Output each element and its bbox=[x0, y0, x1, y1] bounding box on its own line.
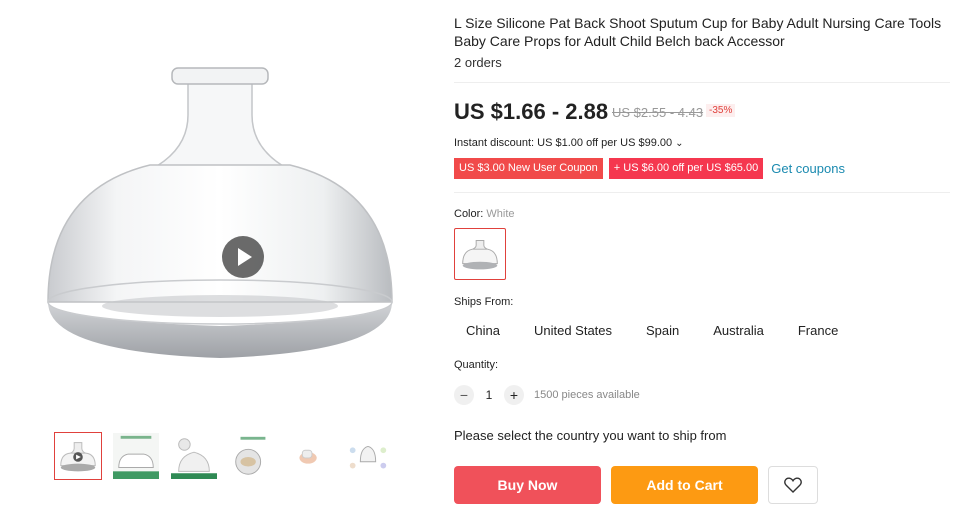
get-coupons-link[interactable]: Get coupons bbox=[771, 161, 845, 176]
country-option-united-states[interactable]: United States bbox=[522, 320, 624, 341]
divider bbox=[454, 82, 950, 83]
quantity-label: Quantity: bbox=[454, 359, 499, 371]
cup-swatch-icon bbox=[462, 240, 498, 270]
country-option-china[interactable]: China bbox=[454, 320, 512, 341]
quantity-value[interactable]: 1 bbox=[474, 388, 504, 402]
wishlist-button[interactable] bbox=[768, 466, 818, 504]
thumbnail-4[interactable] bbox=[228, 432, 276, 480]
thumbnail-video[interactable] bbox=[54, 432, 102, 480]
buy-now-button[interactable]: Buy Now bbox=[454, 466, 601, 504]
discount-badge: -35% bbox=[706, 104, 736, 117]
quantity-decrease-button[interactable]: − bbox=[454, 385, 474, 405]
pieces-available: 1500 pieces available bbox=[534, 389, 640, 401]
sizes-thumb-icon bbox=[345, 433, 391, 479]
product-cup-illustration bbox=[47, 67, 393, 358]
current-price: US $1.66 - 2.88 bbox=[454, 99, 609, 124]
country-option-spain[interactable]: Spain bbox=[634, 320, 691, 341]
heart-icon bbox=[784, 477, 802, 493]
orders-count: 2 orders bbox=[454, 55, 502, 70]
add-to-cart-button[interactable]: Add to Cart bbox=[611, 466, 758, 504]
hand-thumb-icon bbox=[287, 433, 333, 479]
thumbnail-strip bbox=[54, 432, 392, 480]
color-swatch-white[interactable] bbox=[454, 228, 506, 280]
thumbnail-5[interactable] bbox=[286, 432, 334, 480]
product-title: L Size Silicone Pat Back Shoot Sputum Cu… bbox=[454, 15, 942, 49]
product-info-thumb-icon bbox=[113, 433, 159, 479]
divider bbox=[454, 192, 950, 193]
ship-country-notice: Please select the country you want to sh… bbox=[454, 428, 727, 443]
quantity-stepper: − 1 + 1500 pieces available bbox=[454, 385, 640, 405]
ships-from-options: China United States Spain Australia Fran… bbox=[454, 320, 860, 341]
thumbnail-2[interactable] bbox=[112, 432, 160, 480]
ships-from-label: Ships From: bbox=[454, 296, 514, 308]
coupon-row: US $3.00 New User Coupon + US $6.00 off … bbox=[454, 158, 845, 179]
color-label: Color: White bbox=[454, 208, 515, 220]
country-option-australia[interactable]: Australia bbox=[701, 320, 776, 341]
detail-thumb-icon bbox=[229, 433, 275, 479]
original-price: US $2.55 - 4.43 bbox=[612, 105, 704, 120]
color-label-text: Color: bbox=[454, 208, 484, 220]
country-option-france[interactable]: France bbox=[786, 320, 850, 341]
store-coupon[interactable]: + US $6.00 off per US $65.00 bbox=[608, 158, 764, 179]
instant-discount-text: Instant discount: US $1.00 off per US $9… bbox=[454, 137, 673, 149]
thumbnail-3[interactable] bbox=[170, 432, 218, 480]
chevron-down-icon[interactable]: ⌄ bbox=[675, 138, 683, 149]
product-main-image[interactable] bbox=[20, 40, 420, 420]
quantity-increase-button[interactable]: + bbox=[504, 385, 524, 405]
play-video-icon[interactable] bbox=[222, 236, 264, 278]
cup-thumb-icon bbox=[60, 442, 96, 472]
instant-discount[interactable]: Instant discount: US $1.00 off per US $9… bbox=[454, 137, 684, 149]
hand-use-thumb-icon bbox=[171, 433, 217, 479]
color-value: White bbox=[486, 208, 515, 220]
thumbnail-6[interactable] bbox=[344, 432, 392, 480]
new-user-coupon[interactable]: US $3.00 New User Coupon bbox=[454, 158, 603, 179]
